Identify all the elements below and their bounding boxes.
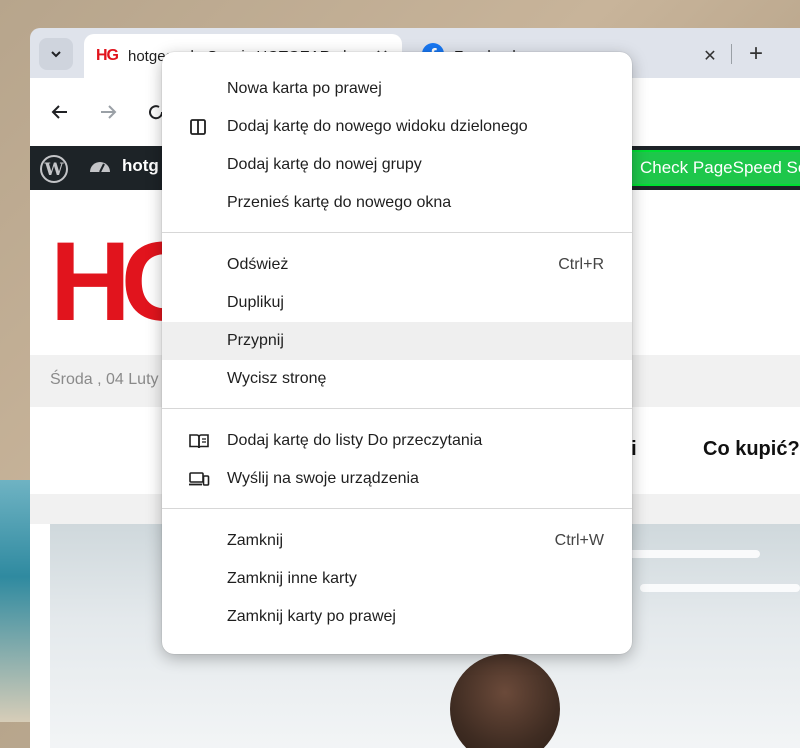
menu-item-label: Przypnij: [227, 332, 284, 349]
reading-list-icon: [189, 434, 209, 449]
pagespeed-button[interactable]: Check PageSpeed Sc: [630, 150, 800, 186]
menu-item-close-others[interactable]: Zamknij inne karty: [162, 560, 632, 598]
ceiling-light: [640, 584, 800, 592]
menu-item-close[interactable]: Zamknij Ctrl+W: [162, 522, 632, 560]
menu-separator: [162, 232, 632, 233]
wp-site-name: hotg: [122, 156, 159, 175]
menu-item-label: Dodaj kartę do nowego widoku dzielonego: [227, 118, 528, 135]
menu-item-mute-site[interactable]: Wycisz stronę: [162, 360, 632, 398]
menu-item-label: Wycisz stronę: [227, 370, 327, 387]
menu-item-label: Zamknij: [227, 532, 284, 549]
menu-item-split-view[interactable]: Dodaj kartę do nowego widoku dzielonego: [162, 108, 632, 146]
tab-separator: [731, 44, 732, 64]
menu-item-send-to-devices[interactable]: Wyślij na swoje urządzenia: [162, 460, 632, 498]
chevron-down-icon: [51, 51, 61, 58]
menu-item-label: Dodaj kartę do listy Do przeczytania: [227, 432, 483, 449]
menu-item-label: Odśwież: [227, 256, 289, 273]
menu-item-label: Przenieś kartę do nowego okna: [227, 194, 452, 211]
arrow-left-icon: [51, 105, 67, 119]
menu-item-new-tab-right[interactable]: Nowa karta po prawej: [162, 70, 632, 108]
wordpress-icon[interactable]: W: [40, 155, 68, 188]
desktop-wallpaper: [0, 480, 30, 722]
tab-close-icon[interactable]: ✕: [698, 46, 722, 66]
split-view-icon: [190, 119, 206, 135]
menu-item-label: Duplikuj: [227, 294, 284, 311]
menu-item-label: Zamknij karty po prawej: [227, 608, 396, 625]
menu-item-shortcut: Ctrl+W: [554, 532, 604, 549]
favicon-text: HG: [96, 47, 119, 64]
menu-item-label: Dodaj kartę do nowej grupy: [227, 156, 422, 173]
menu-item-label: Zamknij inne karty: [227, 570, 357, 587]
arrow-right-icon: [101, 105, 117, 119]
dashboard-gauge-icon: [90, 162, 110, 173]
menu-item-reload[interactable]: Odśwież Ctrl+R: [162, 246, 632, 284]
menu-separator: [162, 508, 632, 509]
menu-item-move-to-window[interactable]: Przenieś kartę do nowego okna: [162, 184, 632, 222]
tab-context-menu: Nowa karta po prawej Dodaj kartę do nowe…: [162, 52, 632, 654]
hotgear-favicon-icon: HG: [96, 47, 119, 65]
menu-item-reading-list[interactable]: Dodaj kartę do listy Do przeczytania: [162, 422, 632, 460]
menu-item-close-right[interactable]: Zamknij karty po prawej: [162, 598, 632, 636]
back-button[interactable]: [46, 98, 74, 126]
ceiling-light: [610, 550, 760, 558]
menu-item-duplicate[interactable]: Duplikuj: [162, 284, 632, 322]
menu-item-shortcut: Ctrl+R: [558, 256, 604, 273]
menu-separator: [162, 408, 632, 409]
forward-button[interactable]: [94, 98, 122, 126]
nav-item-co-kupic[interactable]: Co kupić?: [703, 438, 800, 461]
tab-search-button[interactable]: [39, 38, 73, 70]
devices-icon: [189, 472, 210, 486]
svg-text:W: W: [43, 160, 64, 180]
menu-item-new-group[interactable]: Dodaj kartę do nowej grupy: [162, 146, 632, 184]
menu-item-label: Wyślij na swoje urządzenia: [227, 470, 419, 487]
new-tab-button[interactable]: +: [742, 40, 770, 68]
person-photo: [450, 654, 560, 748]
menu-item-pin[interactable]: Przypnij: [162, 322, 632, 360]
date-text: Środa , 04 Luty: [50, 371, 159, 388]
wp-site-link[interactable]: hotg: [88, 156, 159, 176]
menu-item-label: Nowa karta po prawej: [227, 80, 382, 97]
